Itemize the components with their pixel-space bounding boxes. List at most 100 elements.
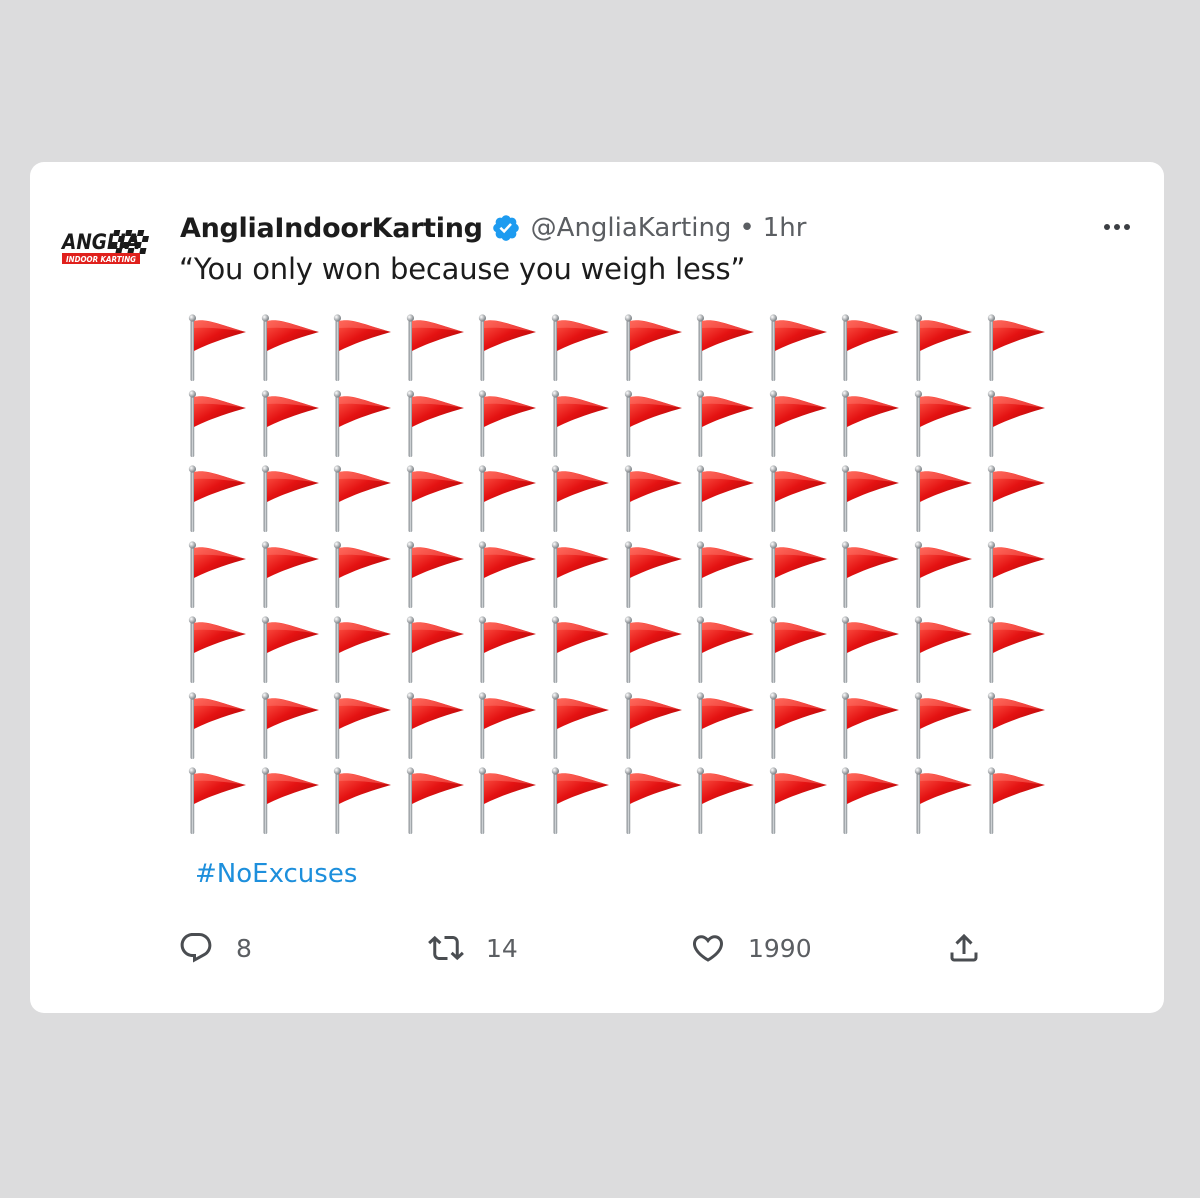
red-flag-icon xyxy=(912,388,980,458)
tweet-text: “You only won because you weigh less” xyxy=(179,252,746,286)
red-flag-icon xyxy=(839,312,907,382)
more-dot-icon xyxy=(1114,224,1120,230)
more-dot-icon xyxy=(1104,224,1110,230)
red-flag-icon xyxy=(767,312,835,382)
red-flag-icon xyxy=(331,765,399,835)
red-flag-icon xyxy=(186,765,254,835)
red-flag-icon xyxy=(622,312,690,382)
red-flag-icon xyxy=(259,463,327,533)
red-flag-icon xyxy=(622,539,690,609)
red-flag-icon xyxy=(549,765,617,835)
like-count: 1990 xyxy=(748,933,812,963)
red-flag-icon xyxy=(622,690,690,760)
red-flag-icon xyxy=(839,765,907,835)
red-flag-icon xyxy=(912,690,980,760)
red-flag-icon xyxy=(622,388,690,458)
red-flag-icon xyxy=(694,765,762,835)
red-flag-icon xyxy=(331,312,399,382)
anglia-karting-logo[interactable]: ANGLIA INDOOR KARTING xyxy=(58,222,154,268)
red-flag-icon xyxy=(259,388,327,458)
share-icon xyxy=(950,933,978,962)
red-flag-icon xyxy=(404,690,472,760)
red-flag-icon xyxy=(985,690,1053,760)
red-flag-icon xyxy=(839,614,907,684)
red-flag-icon xyxy=(186,539,254,609)
red-flag-icon xyxy=(259,614,327,684)
red-flag-icon xyxy=(476,539,544,609)
red-flag-icon xyxy=(549,614,617,684)
red-flag-icon xyxy=(259,539,327,609)
red-flag-icon xyxy=(331,539,399,609)
red-flag-icon xyxy=(912,765,980,835)
red-flag-icon xyxy=(404,388,472,458)
red-flag-icon xyxy=(259,690,327,760)
red-flag-icon xyxy=(259,765,327,835)
tweet-header: AngliaIndoorKarting @AngliaKarting • 1hr xyxy=(180,208,806,248)
red-flag-icon xyxy=(767,614,835,684)
red-flag-icon xyxy=(331,690,399,760)
red-flag-icon xyxy=(767,388,835,458)
verified-badge-icon xyxy=(492,215,519,241)
share-button[interactable] xyxy=(946,928,982,968)
red-flag-icon xyxy=(476,690,544,760)
red-flag-icon xyxy=(549,312,617,382)
reply-button[interactable]: 8 xyxy=(178,928,252,968)
red-flag-icon xyxy=(985,539,1053,609)
red-flag-icon xyxy=(839,539,907,609)
red-flag-icon xyxy=(767,539,835,609)
tweet-time[interactable]: 1hr xyxy=(763,213,807,243)
retweet-button[interactable]: 14 xyxy=(428,928,518,968)
red-flag-icon xyxy=(186,388,254,458)
red-flag-icon xyxy=(912,539,980,609)
red-flag-icon xyxy=(186,312,254,382)
red-flag-icon xyxy=(839,388,907,458)
more-dot-icon xyxy=(1124,224,1130,230)
red-flag-icon xyxy=(259,312,327,382)
red-flag-icon xyxy=(694,614,762,684)
red-flag-icon xyxy=(186,463,254,533)
red-flag-icon xyxy=(694,463,762,533)
red-flag-icon xyxy=(476,463,544,533)
red-flag-emoji-grid xyxy=(186,312,1056,844)
red-flag-icon xyxy=(912,312,980,382)
red-flag-icon xyxy=(331,614,399,684)
red-flag-icon xyxy=(404,312,472,382)
more-options-button[interactable] xyxy=(1099,215,1135,239)
red-flag-icon xyxy=(476,765,544,835)
red-flag-icon xyxy=(404,539,472,609)
red-flag-icon xyxy=(985,463,1053,533)
red-flag-icon xyxy=(912,614,980,684)
red-flag-icon xyxy=(985,388,1053,458)
retweet-icon xyxy=(428,935,464,961)
red-flag-icon xyxy=(549,388,617,458)
red-flag-icon xyxy=(622,765,690,835)
heart-icon xyxy=(692,935,724,962)
red-flag-icon xyxy=(694,690,762,760)
red-flag-icon xyxy=(985,312,1053,382)
red-flag-icon xyxy=(476,614,544,684)
like-button[interactable]: 1990 xyxy=(690,928,812,968)
red-flag-icon xyxy=(694,312,762,382)
separator-dot: • xyxy=(739,213,755,243)
red-flag-icon xyxy=(404,765,472,835)
logo-line1: ANGLIA xyxy=(60,230,140,254)
red-flag-icon xyxy=(985,614,1053,684)
red-flag-icon xyxy=(839,463,907,533)
red-flag-icon xyxy=(622,614,690,684)
red-flag-icon xyxy=(331,388,399,458)
reply-count: 8 xyxy=(236,933,252,963)
red-flag-icon xyxy=(912,463,980,533)
red-flag-icon xyxy=(549,463,617,533)
author-display-name[interactable]: AngliaIndoorKarting xyxy=(180,213,483,244)
red-flag-icon xyxy=(694,539,762,609)
red-flag-icon xyxy=(186,690,254,760)
red-flag-icon xyxy=(476,312,544,382)
red-flag-icon xyxy=(549,690,617,760)
red-flag-icon xyxy=(549,539,617,609)
red-flag-icon xyxy=(186,614,254,684)
comment-icon xyxy=(180,933,212,963)
logo-line2: INDOOR KARTING xyxy=(66,255,136,264)
red-flag-icon xyxy=(476,388,544,458)
author-handle[interactable]: @AngliaKarting xyxy=(531,213,732,243)
hashtag-link[interactable]: #NoExcuses xyxy=(195,859,357,889)
